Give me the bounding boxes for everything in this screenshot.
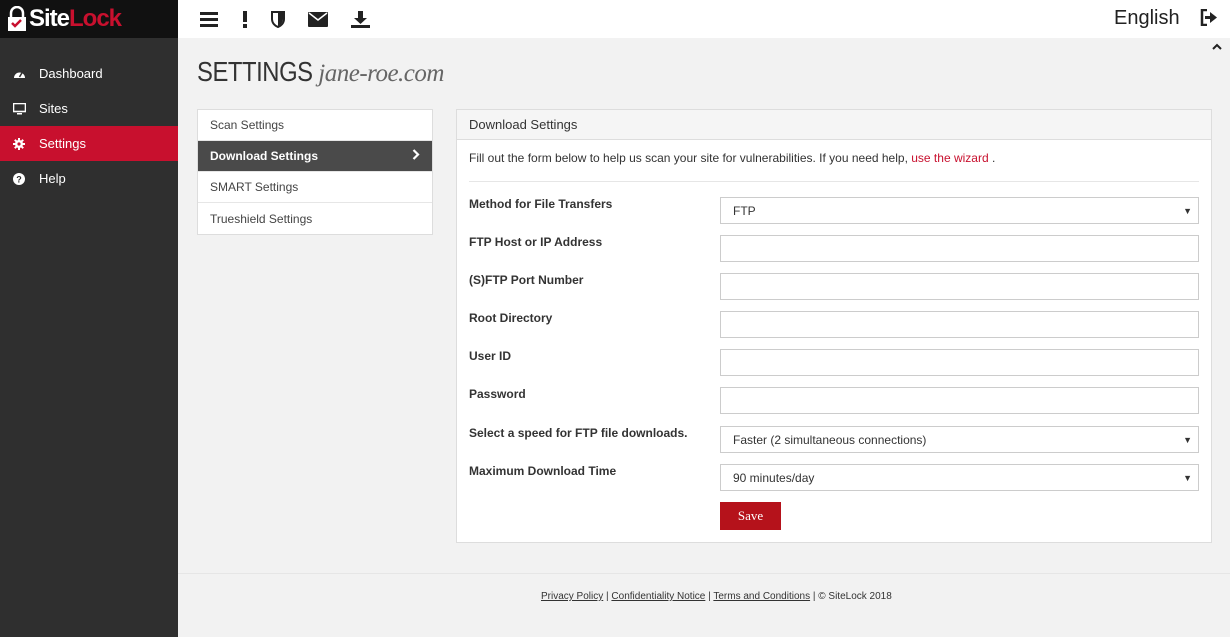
question-icon: ? (12, 172, 26, 186)
wizard-link[interactable]: use the wizard (911, 151, 988, 165)
settings-submenu: Scan Settings Download Settings SMART Se… (197, 109, 433, 235)
port-input[interactable] (720, 273, 1199, 300)
dashboard-icon (12, 67, 26, 81)
top-bar: English (178, 0, 1230, 38)
root-directory-input[interactable] (720, 311, 1199, 338)
shield-icon[interactable] (268, 9, 288, 29)
field-label-port: (S)FTP Port Number (469, 273, 584, 287)
privacy-policy-link[interactable]: Privacy Policy (541, 591, 603, 602)
submenu-item-label: Trueshield Settings (210, 211, 313, 226)
sidebar-item-dashboard[interactable]: Dashboard (0, 56, 178, 91)
user-id-input[interactable] (720, 349, 1199, 376)
caret-down-icon: ▼ (1183, 205, 1192, 216)
method-select-value: FTP (733, 203, 756, 218)
page-title: SETTINGS jane-roe.com (197, 56, 444, 88)
sidebar-item-label: Settings (39, 136, 86, 151)
sidebar-nav: Dashboard Sites Settings ? Help (0, 56, 178, 196)
field-label-max-time: Maximum Download Time (469, 464, 617, 478)
svg-text:?: ? (16, 174, 22, 184)
divider (469, 181, 1199, 182)
sitelock-logo[interactable]: SiteLock (0, 0, 178, 38)
method-select[interactable]: FTP ▼ (720, 197, 1199, 224)
field-label-method: Method for File Transfers (469, 197, 613, 211)
footer-separator: | (708, 591, 711, 602)
footer-divider (178, 573, 1230, 574)
gear-icon (12, 137, 26, 151)
caret-down-icon: ▼ (1183, 472, 1192, 483)
confidentiality-notice-link[interactable]: Confidentiality Notice (611, 591, 705, 602)
sidebar-item-label: Help (39, 171, 66, 186)
download-settings-panel: Download Settings Fill out the form belo… (456, 109, 1212, 543)
sidebar: SiteLock Dashboard Sites Settings ? Help (0, 0, 178, 637)
panel-title: Download Settings (457, 110, 1211, 140)
menu-icon[interactable] (199, 9, 219, 29)
sidebar-item-label: Dashboard (39, 66, 103, 81)
password-input[interactable] (720, 387, 1199, 414)
save-button[interactable]: Save (720, 502, 781, 530)
logo-text-site: Site (29, 5, 70, 32)
sidebar-item-settings[interactable]: Settings (0, 126, 178, 161)
intro-text-end: . (988, 151, 996, 165)
copyright-text: © SiteLock 2018 (818, 591, 892, 602)
page-title-text: SETTINGS (197, 56, 313, 87)
field-label-speed: Select a speed for FTP file downloads. (469, 426, 688, 440)
submenu-item-download-settings[interactable]: Download Settings (198, 141, 432, 172)
alert-icon[interactable] (235, 9, 255, 29)
submenu-item-smart-settings[interactable]: SMART Settings (198, 172, 432, 203)
max-time-select-value: 90 minutes/day (733, 470, 815, 485)
site-domain: jane-roe.com (318, 60, 444, 87)
sidebar-item-help[interactable]: ? Help (0, 161, 178, 196)
download-icon[interactable] (350, 9, 370, 29)
field-label-ftp-host: FTP Host or IP Address (469, 235, 603, 249)
padlock-icon (8, 6, 26, 31)
sidebar-item-sites[interactable]: Sites (0, 91, 178, 126)
intro-text: Fill out the form below to help us scan … (469, 151, 995, 165)
speed-select-value: Faster (2 simultaneous connections) (733, 432, 927, 447)
caret-down-icon: ▼ (1183, 434, 1192, 445)
submenu-item-scan-settings[interactable]: Scan Settings (198, 110, 432, 141)
sidebar-item-label: Sites (39, 101, 68, 116)
language-selector[interactable]: English (1114, 7, 1180, 30)
terms-link[interactable]: Terms and Conditions (713, 591, 810, 602)
submenu-item-label: Scan Settings (210, 118, 285, 132)
monitor-icon (12, 102, 26, 116)
logo-text-lock: Lock (69, 5, 122, 32)
scroll-up-icon[interactable] (1212, 40, 1224, 52)
footer: Privacy Policy | Confidentiality Notice … (541, 591, 892, 602)
ftp-host-input[interactable] (720, 235, 1199, 262)
max-time-select[interactable]: 90 minutes/day ▼ (720, 464, 1199, 491)
submenu-item-trueshield-settings[interactable]: Trueshield Settings (198, 203, 432, 234)
intro-text-body: Fill out the form below to help us scan … (469, 151, 908, 165)
speed-select[interactable]: Faster (2 simultaneous connections) ▼ (720, 426, 1199, 453)
submenu-item-label: SMART Settings (210, 180, 299, 194)
footer-separator: | (812, 591, 816, 602)
field-label-root-directory: Root Directory (469, 311, 553, 325)
logout-icon[interactable] (1200, 8, 1217, 29)
footer-separator: | (606, 591, 609, 602)
submenu-item-label: Download Settings (210, 149, 318, 163)
chevron-right-icon (412, 149, 420, 163)
envelope-icon[interactable] (308, 9, 328, 29)
field-label-password: Password (469, 387, 526, 401)
field-label-user-id: User ID (469, 349, 512, 363)
